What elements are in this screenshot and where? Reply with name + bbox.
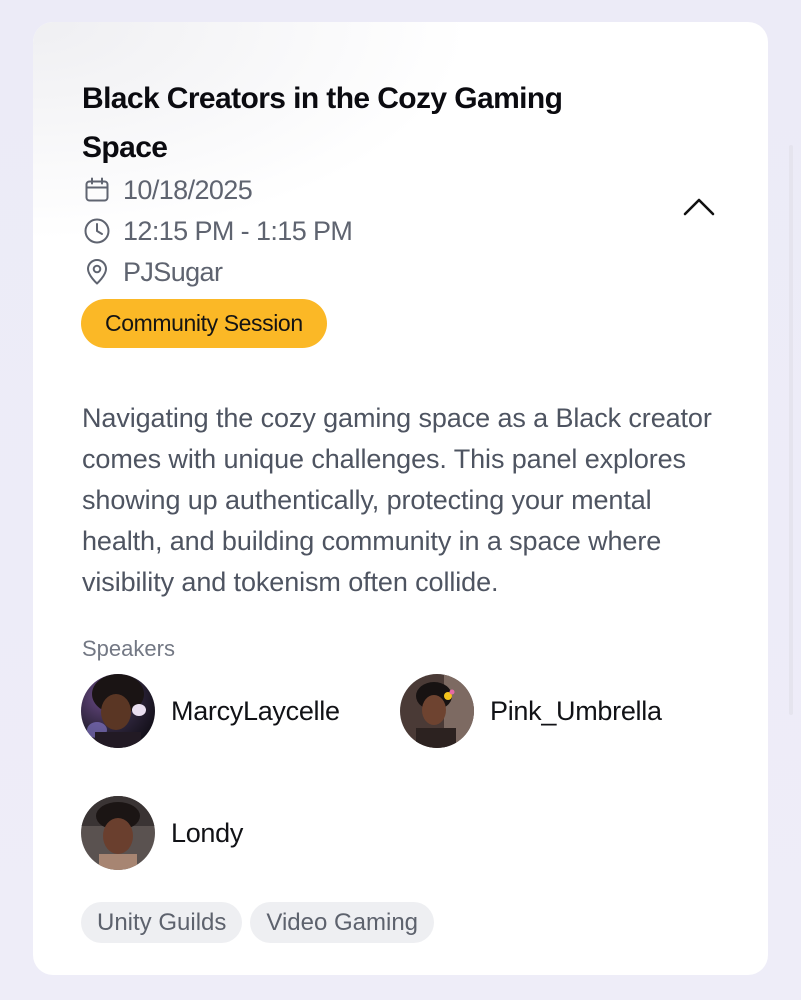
speaker-avatar bbox=[400, 674, 474, 748]
session-time: 12:15 PM - 1:15 PM bbox=[123, 215, 353, 246]
tag-chip[interactable]: Video Gaming bbox=[250, 902, 435, 943]
session-date: 10/18/2025 bbox=[123, 174, 253, 205]
session-date-row: 10/18/2025 bbox=[82, 174, 253, 206]
session-time-row: 12:15 PM - 1:15 PM bbox=[82, 215, 353, 247]
session-location: PJSugar bbox=[123, 256, 223, 287]
collapse-button[interactable] bbox=[679, 194, 719, 224]
session-location-row: PJSugar bbox=[82, 256, 223, 288]
calendar-icon bbox=[82, 175, 112, 205]
session-type-badge: Community Session bbox=[81, 299, 327, 348]
speaker-name: Pink_Umbrella bbox=[490, 695, 662, 726]
speaker-name: MarcyLaycelle bbox=[171, 695, 340, 726]
speaker-item[interactable]: Londy bbox=[81, 795, 243, 871]
session-description: Navigating the cozy gaming space as a Bl… bbox=[82, 403, 712, 597]
session-title: Black Creators in the Cozy Gaming Space bbox=[82, 82, 563, 164]
speaker-name: Londy bbox=[171, 817, 244, 848]
tag-list: Unity Guilds Video Gaming bbox=[81, 902, 435, 943]
speakers-heading: Speakers bbox=[82, 636, 175, 661]
scrollbar[interactable] bbox=[789, 145, 793, 715]
tag-chip[interactable]: Unity Guilds bbox=[81, 902, 243, 943]
map-pin-icon bbox=[82, 257, 112, 287]
chevron-up-icon bbox=[682, 196, 716, 223]
speaker-item[interactable]: Pink_Umbrella bbox=[400, 673, 662, 749]
speaker-avatar bbox=[81, 796, 155, 870]
speaker-item[interactable]: MarcyLaycelle bbox=[81, 673, 340, 749]
speaker-avatar bbox=[81, 674, 155, 748]
clock-icon bbox=[82, 216, 112, 246]
session-card: Black Creators in the Cozy Gaming Space … bbox=[33, 22, 768, 975]
